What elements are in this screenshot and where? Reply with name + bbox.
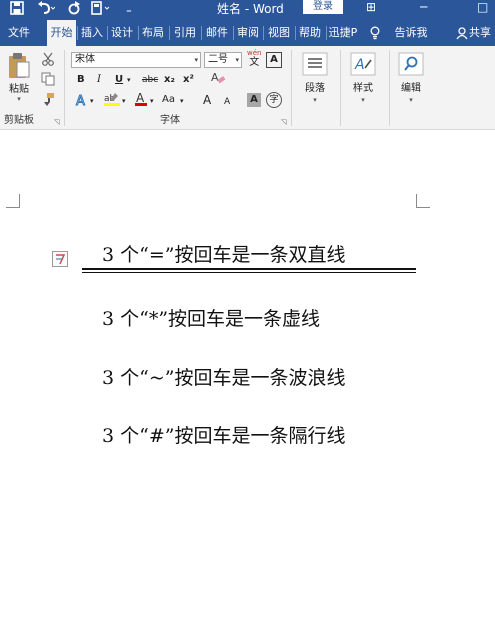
underline-button[interactable]: U bbox=[115, 73, 123, 87]
strikethrough-button[interactable]: abc bbox=[142, 73, 158, 87]
maximize-icon[interactable]: □ bbox=[477, 0, 488, 14]
doc-line-4: 3 个“#”按回车是一条隔行线 bbox=[102, 425, 346, 447]
doc-line-3: 3 个“~”按回车是一条波浪线 bbox=[102, 367, 346, 389]
bold-button[interactable]: B bbox=[77, 73, 85, 87]
tab-view[interactable]: 视图 bbox=[264, 20, 294, 46]
paste-label: 粘贴 bbox=[9, 84, 29, 95]
tab-file[interactable]: 文件 bbox=[4, 20, 34, 46]
autoformat-options-icon[interactable] bbox=[52, 251, 68, 267]
chevron-down-icon: ▾ bbox=[361, 96, 365, 104]
svg-text:A: A bbox=[76, 94, 85, 107]
phonetic-guide-button[interactable]: wén 文 bbox=[247, 49, 261, 68]
styles-label: 样式 bbox=[353, 83, 373, 94]
italic-button[interactable]: I bbox=[97, 73, 101, 87]
double-border-line bbox=[82, 268, 416, 273]
svg-text:A: A bbox=[354, 57, 365, 73]
tab-mailings[interactable]: 邮件 bbox=[202, 20, 232, 46]
customize-qa-icon[interactable]: ₌ bbox=[126, 1, 132, 18]
enclose-chars-button[interactable]: 字 bbox=[266, 92, 282, 108]
char-shading-button[interactable]: A bbox=[247, 93, 261, 107]
format-painter-icon[interactable] bbox=[41, 92, 55, 111]
chevron-down-icon[interactable]: ▾ bbox=[150, 94, 154, 108]
chevron-down-icon: ▾ bbox=[194, 56, 198, 64]
clipboard-icon bbox=[9, 53, 30, 78]
clipboard-group-label: 剪贴板 bbox=[4, 115, 34, 126]
document-page[interactable]: 3 个“=”按回车是一条双直线 3 个“*”按回车是一条虚线 3 个“~”按回车… bbox=[0, 131, 495, 623]
styles-icon: A bbox=[350, 52, 376, 76]
tab-layout[interactable]: 布局 bbox=[139, 20, 167, 46]
font-name-select[interactable]: 宋体 ▾ bbox=[71, 52, 201, 68]
tab-help[interactable]: 帮助 bbox=[296, 20, 324, 46]
superscript-button[interactable]: x² bbox=[183, 73, 194, 87]
tab-xunjie[interactable]: 迅捷P bbox=[327, 20, 359, 46]
chevron-down-icon[interactable]: ▾ bbox=[122, 94, 126, 108]
editing-label: 编辑 bbox=[401, 83, 421, 94]
doc-line-2: 3 个“*”按回车是一条虚线 bbox=[102, 308, 321, 330]
minimize-icon[interactable]: ─ bbox=[420, 0, 427, 14]
login-button[interactable]: 登录 bbox=[303, 0, 343, 14]
doc-line-1: 3 个“=”按回车是一条双直线 bbox=[102, 244, 346, 266]
font-size-value: 二号 bbox=[208, 54, 228, 65]
lightbulb-icon[interactable] bbox=[368, 20, 382, 46]
cut-icon[interactable] bbox=[41, 52, 55, 71]
crop-mark-top-left bbox=[6, 194, 20, 208]
redo-icon[interactable] bbox=[67, 1, 81, 20]
styles-button[interactable]: A 样式 ▾ bbox=[347, 52, 379, 105]
phonetic-char: 文 bbox=[249, 57, 260, 68]
save-icon[interactable] bbox=[10, 1, 24, 20]
highlight-icon[interactable]: ab bbox=[103, 91, 121, 112]
editing-button[interactable]: 编辑 ▾ bbox=[396, 52, 426, 105]
group-divider bbox=[291, 50, 292, 126]
paragraph-button[interactable]: 段落 ▾ bbox=[300, 52, 330, 105]
chevron-down-icon: ▾ bbox=[235, 56, 239, 64]
tell-me-search[interactable]: 告诉我 bbox=[391, 20, 431, 46]
document-title: 姓名 - Word bbox=[217, 2, 284, 16]
ribbon-display-icon[interactable]: ⊞ bbox=[366, 0, 376, 14]
phonetic-pinyin: wén bbox=[247, 49, 262, 57]
change-case-button[interactable]: Aa bbox=[162, 93, 175, 107]
undo-icon[interactable] bbox=[37, 1, 56, 20]
crop-mark-top-right bbox=[416, 194, 430, 208]
ribbon: 粘贴 ▾ 剪贴板 ◹ 宋体 ▾ 二号 ▾ wén 文 A B I U ▾ abc… bbox=[0, 46, 495, 130]
touch-mode-icon[interactable] bbox=[91, 1, 113, 20]
grow-font-button[interactable]: A bbox=[203, 93, 211, 107]
chevron-down-icon[interactable]: ▾ bbox=[90, 94, 94, 108]
svg-text:A: A bbox=[211, 71, 219, 84]
clipboard-launcher-icon[interactable]: ◹ bbox=[54, 118, 59, 126]
text-effects-icon[interactable]: A bbox=[75, 93, 89, 112]
group-divider bbox=[389, 50, 390, 126]
share-button[interactable]: 共享 bbox=[469, 20, 495, 46]
title-bar: ₌ 姓名 - Word 登录 ⊞ ─ □ bbox=[0, 0, 495, 20]
paragraph-icon bbox=[302, 52, 328, 76]
font-size-select[interactable]: 二号 ▾ bbox=[204, 52, 242, 68]
paragraph-label: 段落 bbox=[305, 83, 325, 94]
font-color-icon[interactable]: A bbox=[134, 91, 148, 112]
search-icon bbox=[398, 52, 424, 76]
chevron-down-icon[interactable]: ▾ bbox=[127, 73, 131, 87]
tab-design[interactable]: 设计 bbox=[108, 20, 136, 46]
chevron-down-icon: ▾ bbox=[313, 96, 317, 104]
group-divider bbox=[64, 50, 65, 126]
svg-text:A: A bbox=[136, 91, 145, 105]
tab-references[interactable]: 引用 bbox=[170, 20, 200, 46]
font-launcher-icon[interactable]: ◹ bbox=[281, 118, 286, 126]
font-group-label: 字体 bbox=[160, 115, 180, 126]
clear-formatting-icon[interactable]: A bbox=[210, 70, 226, 91]
shrink-font-button[interactable]: A bbox=[224, 95, 230, 109]
tab-insert[interactable]: 插入 bbox=[78, 20, 106, 46]
tab-review[interactable]: 审阅 bbox=[234, 20, 262, 46]
group-divider bbox=[340, 50, 341, 126]
person-icon[interactable] bbox=[455, 20, 469, 46]
copy-icon[interactable] bbox=[41, 72, 55, 91]
chevron-down-icon[interactable]: ▾ bbox=[180, 94, 184, 108]
subscript-button[interactable]: x₂ bbox=[164, 73, 175, 87]
ribbon-tabs: 文件 开始 插入 设计 布局 引用 邮件 审阅 视图 帮助 迅捷P 告诉我 共享 bbox=[0, 20, 495, 46]
paste-button[interactable]: 粘贴 ▾ bbox=[5, 52, 33, 103]
tab-home[interactable]: 开始 bbox=[47, 20, 76, 46]
font-name-value: 宋体 bbox=[75, 54, 95, 65]
chevron-down-icon: ▾ bbox=[409, 96, 413, 104]
char-border-button[interactable]: A bbox=[266, 52, 282, 68]
paste-dropdown-icon[interactable]: ▾ bbox=[5, 95, 33, 103]
